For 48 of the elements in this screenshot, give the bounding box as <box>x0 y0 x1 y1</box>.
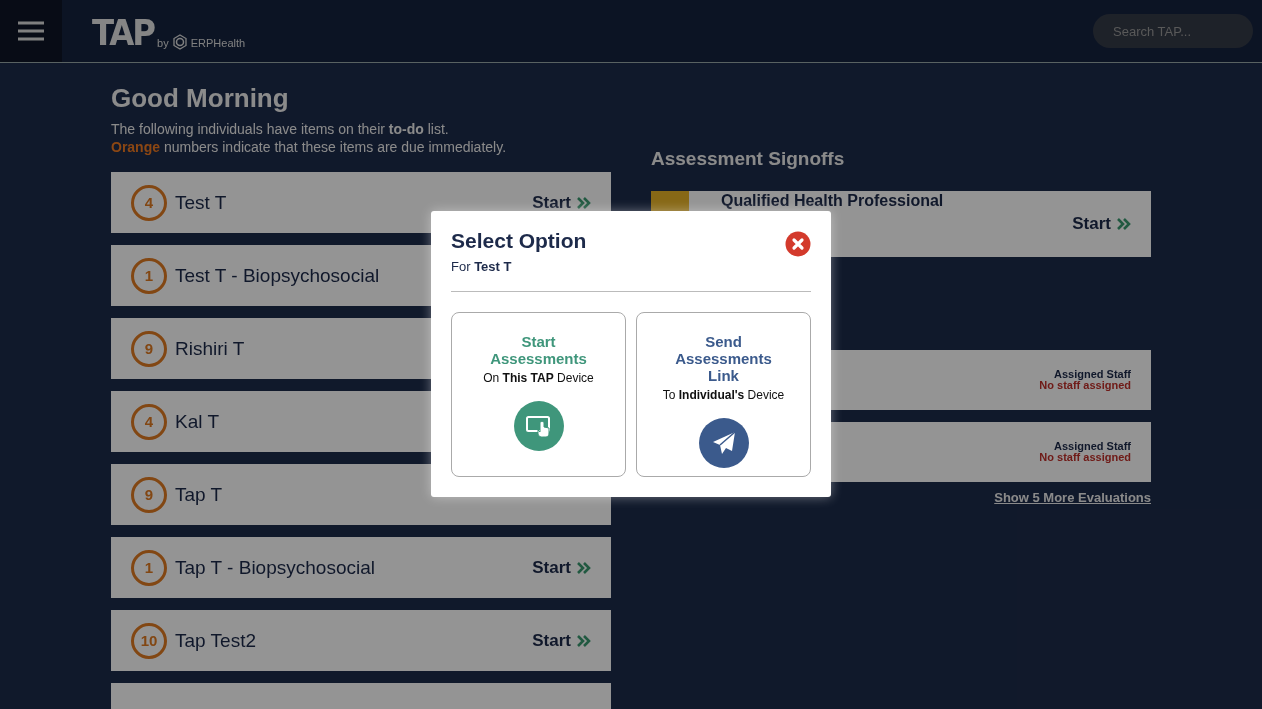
todo-row[interactable]: 10 Tap Test2 Start <box>111 610 611 671</box>
brand-name: ERPHealth <box>190 37 246 49</box>
person-name: Tap T <box>175 483 223 506</box>
option-caption: To Individual's Device <box>662 388 785 402</box>
person-name: Test T <box>175 191 227 214</box>
person-name: Rishiri T <box>175 337 245 360</box>
logo-text: TAP <box>92 15 155 51</box>
chevron-icon <box>577 634 591 647</box>
show-more-link[interactable]: Show 5 More Evaluations <box>994 490 1151 505</box>
signoff-title: Qualified Health Professional <box>721 192 944 209</box>
person-name: Kal T <box>175 410 219 433</box>
menu-button[interactable] <box>0 0 62 62</box>
start-button[interactable]: Start <box>532 630 591 651</box>
touch-screen-icon <box>524 414 553 438</box>
intro-text: Orange numbers indicate that these items are due immediately. <box>111 138 508 156</box>
option-card[interactable]: Send Assessments Link To Individual's Device <box>636 312 811 477</box>
option-title: Start Assessments <box>489 333 588 367</box>
staff-label: Assigned Staff <box>1054 369 1131 380</box>
option-card[interactable]: Start Assessments On This TAP Device <box>451 312 626 477</box>
intro-text: The following individuals have items on their to-do list. <box>111 120 450 138</box>
start-button[interactable]: Start <box>532 557 591 578</box>
search-field[interactable]: Search TAP... <box>1093 14 1253 48</box>
chevron-icon <box>1117 218 1131 230</box>
count-badge: 10 <box>131 622 167 659</box>
count-badge: 1 <box>131 257 167 294</box>
chevron-icon <box>577 561 591 574</box>
dialog-subtitle: For Test T <box>451 259 513 274</box>
count-badge: 9 <box>131 476 167 513</box>
logo-by: by <box>157 37 169 49</box>
person-name: Test T - Biopsychosocial <box>175 264 380 287</box>
person-name: Tap Test2 <box>175 629 256 652</box>
count-badge: 1 <box>131 549 167 586</box>
staff-status: No staff assigned <box>1039 380 1131 391</box>
section-title: Assessment Signoffs <box>651 148 846 170</box>
person-name: Tap T - Biopsychosocial <box>175 556 375 579</box>
count-badge: 4 <box>131 403 167 440</box>
staff-status: No staff assigned <box>1039 452 1131 463</box>
start-button[interactable]: Start <box>1072 191 1131 257</box>
chevron-icon <box>577 196 591 209</box>
menu-icon <box>18 21 44 41</box>
close-button[interactable] <box>785 231 811 257</box>
staff-label: Assigned Staff <box>1054 441 1131 452</box>
start-button[interactable]: Start <box>532 192 591 213</box>
close-icon <box>785 231 811 257</box>
count-badge: 4 <box>131 184 167 221</box>
todo-row[interactable]: 1 Tap T - Biopsychosocial Start <box>111 537 611 598</box>
greeting-title: Good Morning <box>111 83 290 114</box>
count-badge: 9 <box>131 330 167 367</box>
